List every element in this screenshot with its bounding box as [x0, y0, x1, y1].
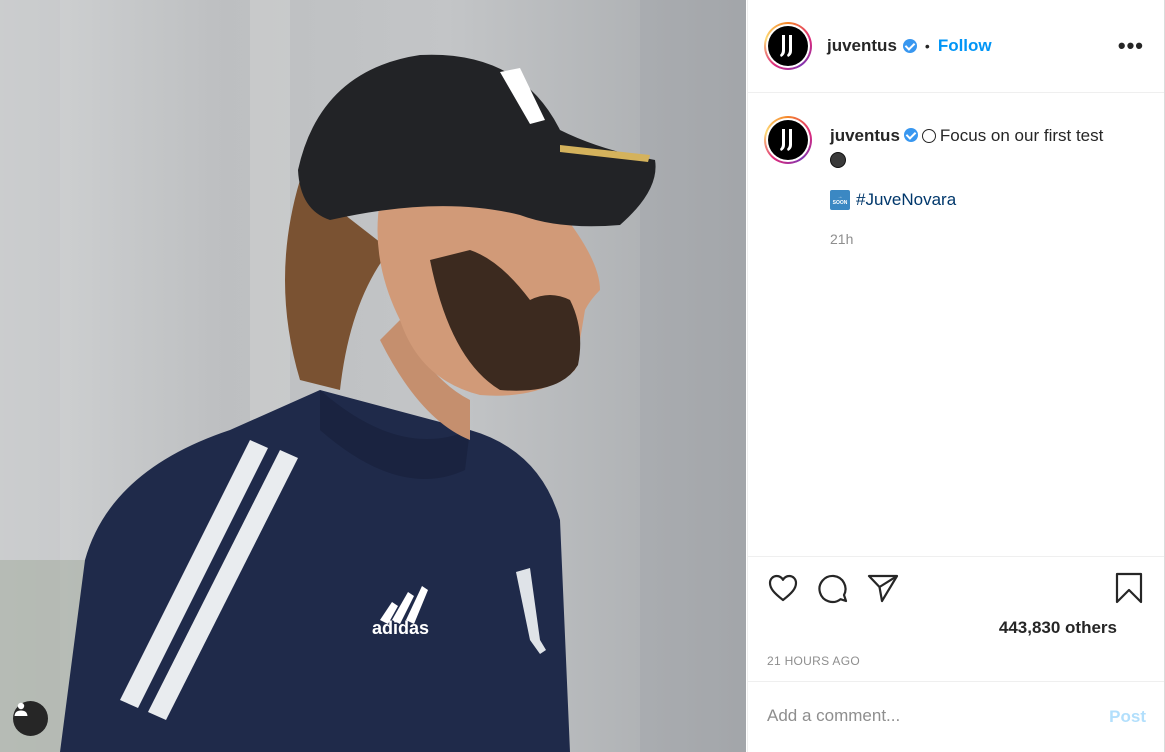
- caption-avatar-ring[interactable]: [764, 116, 812, 164]
- user-tag-icon: [14, 702, 28, 716]
- soon-arrow-emoji-icon: → SOON: [830, 190, 850, 210]
- comment-button[interactable]: [816, 571, 850, 605]
- user-tag-button[interactable]: [13, 701, 48, 736]
- post-comment-button[interactable]: Post: [1109, 707, 1146, 727]
- save-button[interactable]: [1112, 571, 1146, 605]
- shirt-brand-text: adidas: [372, 618, 429, 638]
- juventus-logo-icon: [780, 35, 792, 57]
- caption-time: 21h: [830, 231, 854, 247]
- black-circle-emoji-icon: [830, 152, 846, 168]
- comment-input[interactable]: [767, 706, 1067, 726]
- hashtag-line: → SOON #JuveNovara: [830, 190, 956, 210]
- paper-plane-icon: [867, 574, 899, 603]
- actions-section: 443,830 others 21 HOURS AGO: [748, 556, 1164, 680]
- hashtag-link[interactable]: #JuveNovara: [856, 190, 956, 210]
- share-button[interactable]: [866, 571, 900, 605]
- caption-section: juventus Focus on our first test → SOON #J…: [748, 94, 1164, 554]
- comment-icon: [818, 574, 848, 604]
- avatar: [768, 26, 808, 66]
- caption-text: Focus on our first test: [939, 126, 1104, 145]
- post-timestamp[interactable]: 21 HOURS AGO: [767, 654, 860, 668]
- post-photo[interactable]: adidas: [0, 0, 746, 752]
- profile-avatar-ring[interactable]: [764, 22, 812, 70]
- caption-username[interactable]: juventus: [830, 126, 900, 145]
- caption-avatar: [768, 120, 808, 160]
- comment-box: Post: [748, 681, 1164, 752]
- verified-badge-icon: [902, 39, 917, 53]
- heart-icon: [768, 574, 798, 602]
- soon-emoji-text: SOON: [832, 200, 848, 206]
- header-username[interactable]: juventus: [827, 36, 897, 56]
- like-button[interactable]: [766, 571, 800, 605]
- separator-dot: •: [924, 38, 930, 54]
- likes-count[interactable]: 443,830 others: [999, 618, 1117, 638]
- white-circle-emoji-icon: [921, 129, 936, 143]
- post-header: juventus • Follow •••: [748, 0, 1164, 93]
- verified-badge-icon: [903, 128, 918, 142]
- post-side-panel: juventus • Follow ••• juventus Focus on o…: [747, 0, 1165, 752]
- juventus-logo-icon: [780, 129, 792, 151]
- more-options-button[interactable]: •••: [1118, 35, 1144, 57]
- action-buttons: [766, 571, 900, 605]
- follow-button[interactable]: Follow: [938, 36, 992, 56]
- bookmark-icon: [1115, 572, 1143, 604]
- photo-illustration: adidas: [0, 0, 746, 752]
- caption-text-line: juventus Focus on our first test: [830, 124, 1130, 172]
